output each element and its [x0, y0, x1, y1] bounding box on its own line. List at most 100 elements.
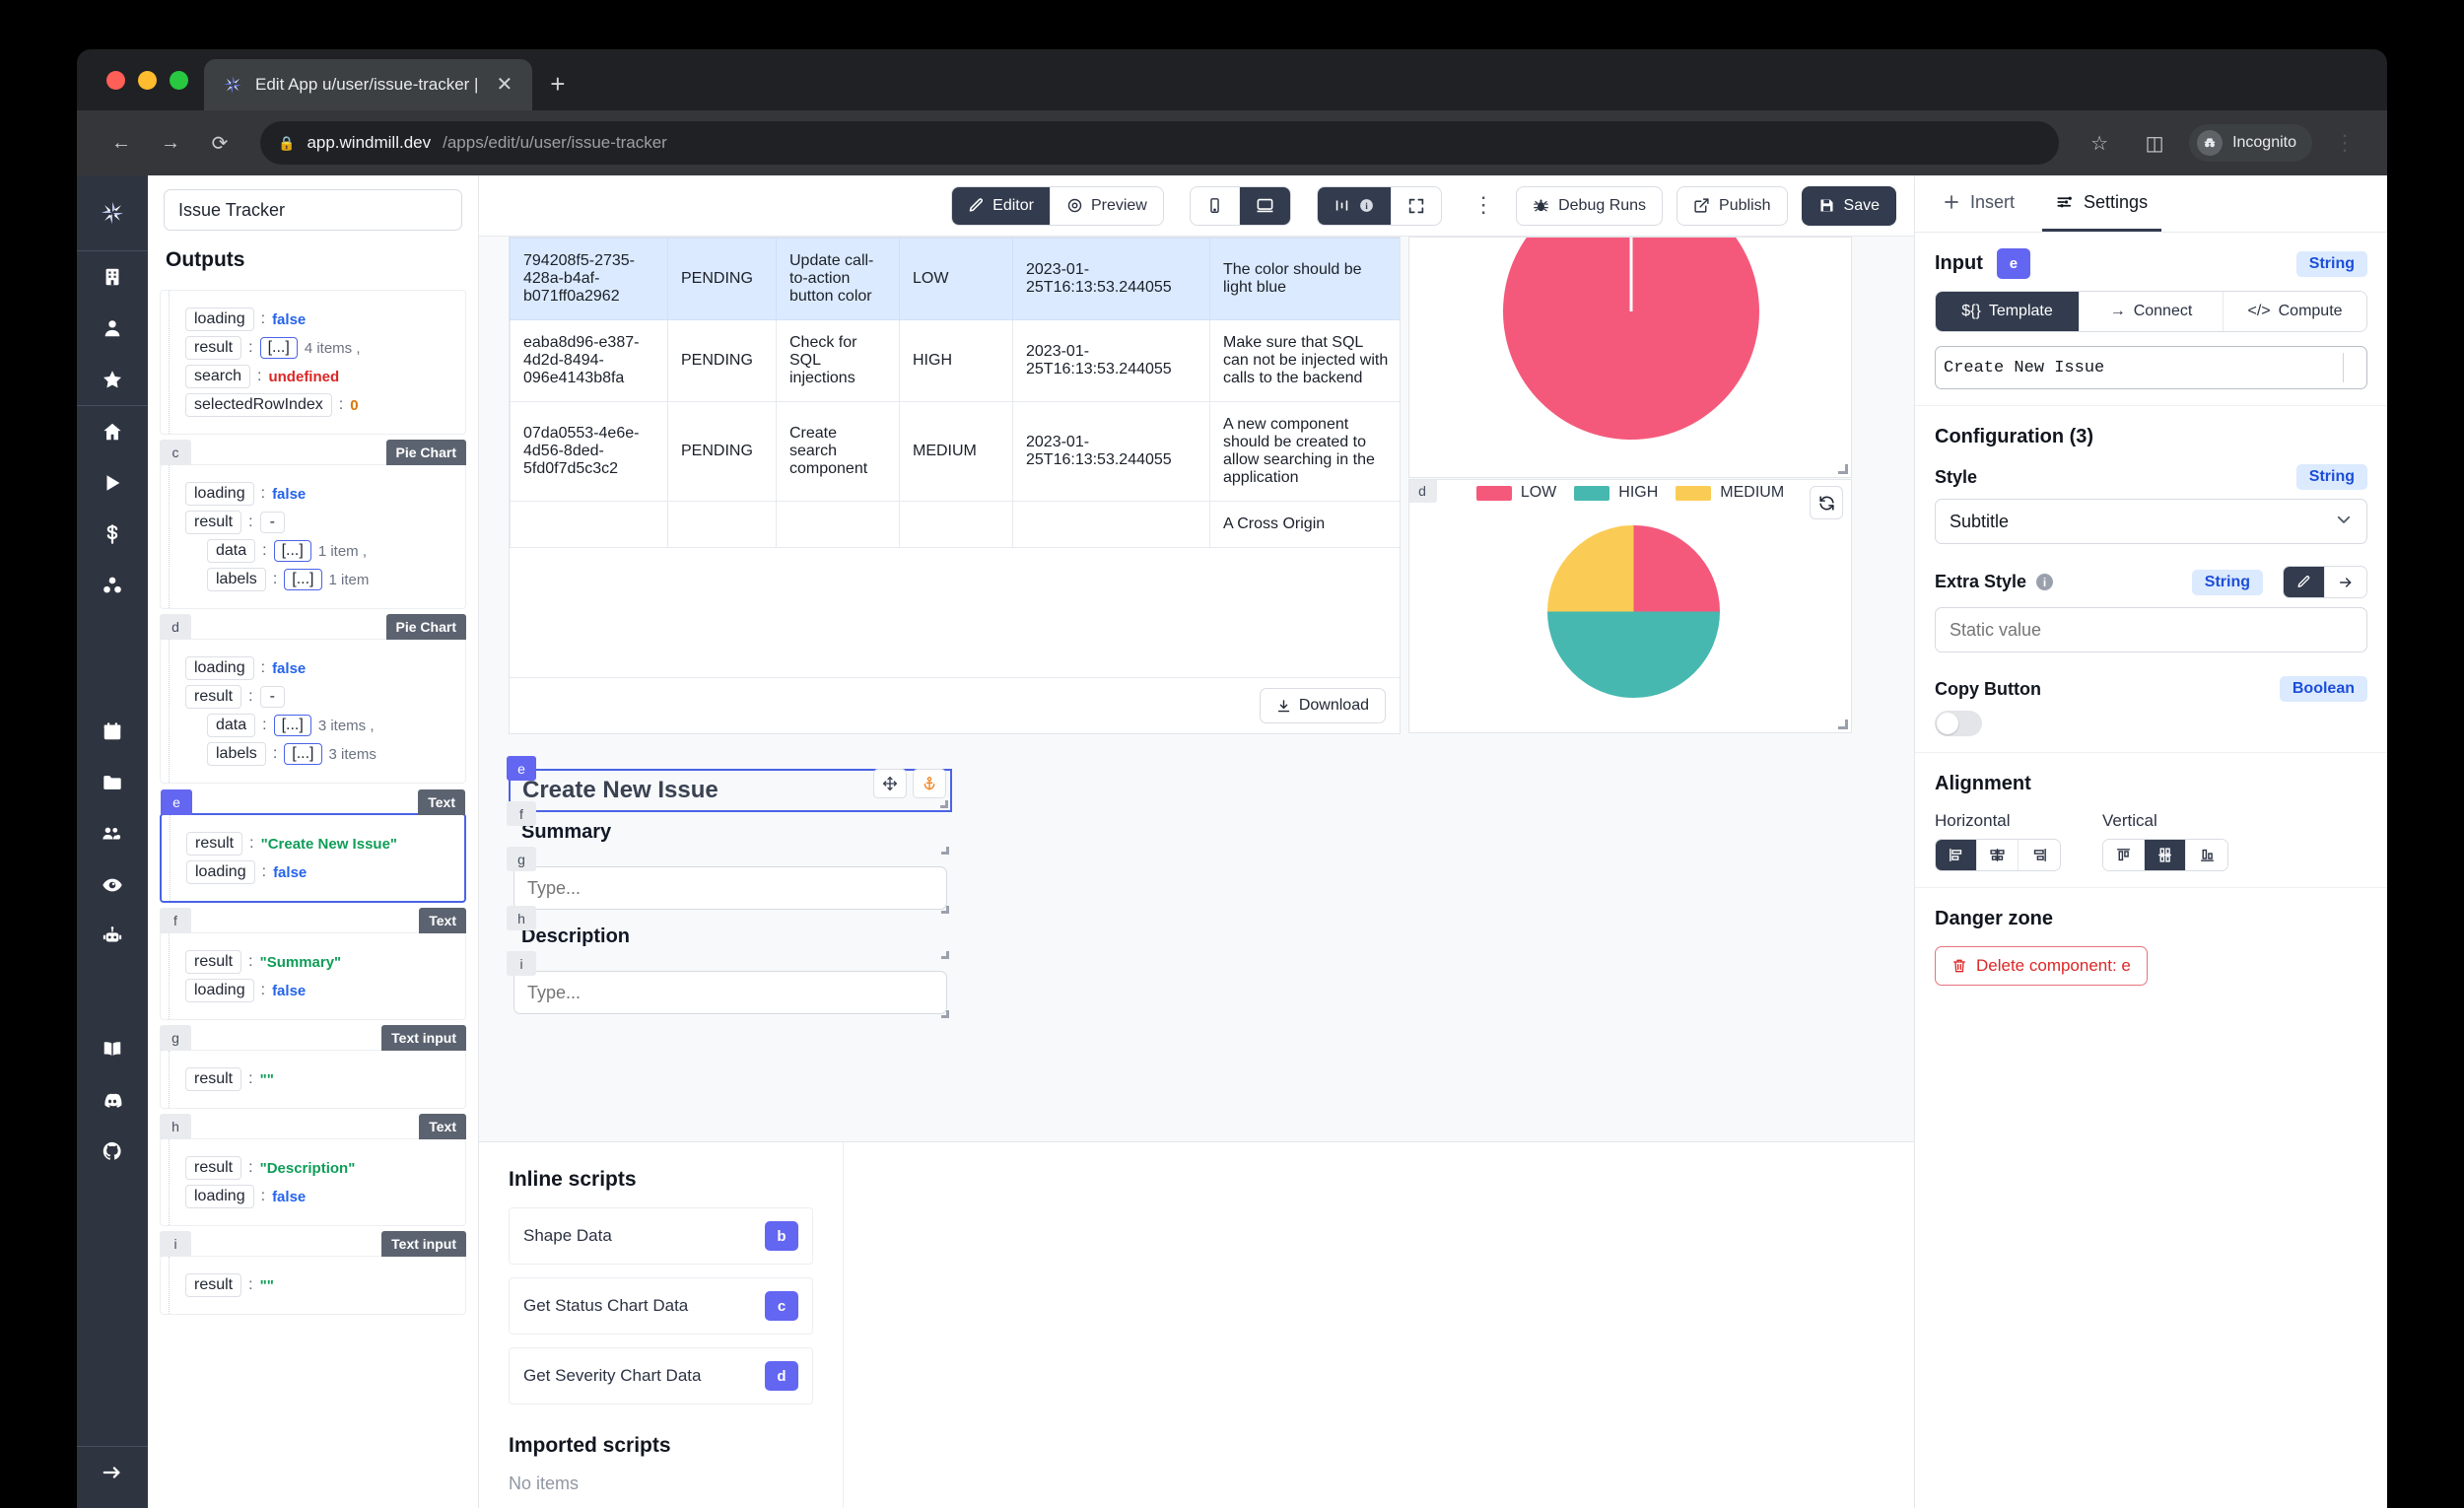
style-select[interactable]: Subtitle [1935, 499, 2367, 544]
output-card-h[interactable]: h Text result: "Description" loading: false [160, 1114, 466, 1226]
audit-logs-icon[interactable] [77, 859, 148, 911]
browser-tab[interactable]: Edit App u/user/issue-tracker | ✕ [204, 59, 533, 110]
incognito-indicator[interactable]: Incognito [2189, 124, 2312, 162]
component-tag-i[interactable]: i [507, 951, 536, 976]
resize-handle[interactable] [1838, 720, 1848, 729]
copy-button-toggle[interactable] [1935, 711, 1982, 736]
mode-compute-button[interactable]: </> Compute [2224, 292, 2366, 331]
extra-style-input[interactable] [1935, 607, 2367, 652]
severity-pie-chart-component[interactable]: d LOW HIGH MEDIUM [1408, 479, 1852, 733]
output-card-id-h[interactable]: h [160, 1114, 191, 1139]
debug-toggle-button[interactable]: i [1317, 186, 1392, 225]
output-card-id-c[interactable]: c [160, 440, 191, 465]
output-array-chip[interactable]: [...] [273, 540, 311, 562]
static-mode-button[interactable] [2284, 567, 2325, 597]
delete-component-button[interactable]: Delete component: e [1935, 946, 2148, 986]
form-title-component[interactable]: e Create New Issue [507, 756, 952, 812]
workspace-icon[interactable] [77, 251, 148, 303]
align-right-icon[interactable] [2019, 840, 2060, 870]
mode-template-button[interactable]: ${} Template [1936, 292, 2080, 331]
description-input[interactable] [513, 971, 947, 1014]
save-button[interactable]: Save [1801, 185, 1896, 226]
resize-handle[interactable] [941, 906, 949, 914]
docs-icon[interactable] [77, 1023, 148, 1074]
tab-settings[interactable]: Settings [2042, 175, 2162, 232]
tab-editor[interactable]: Editor [952, 186, 1051, 225]
inline-script-row[interactable]: Get Severity Chart Data d [509, 1347, 813, 1405]
folders-icon[interactable] [77, 757, 148, 808]
table-row[interactable]: 07da0553-4e6e-4d56-8ded-5fd0f7d5c3c2 PEND… [510, 401, 1400, 502]
address-bar[interactable]: 🔒 app.windmill.dev/apps/edit/u/user/issu… [260, 121, 2060, 165]
forward-button[interactable]: → [150, 122, 191, 164]
table-row[interactable]: A Cross Origin [510, 501, 1400, 548]
summary-input-component[interactable]: g [507, 847, 952, 917]
outputs-scroll-area[interactable]: loading: false result: [...] 4 items , search… [148, 284, 478, 1508]
back-button[interactable]: ← [101, 122, 142, 164]
output-card-g[interactable]: g Text input result: "" [160, 1025, 466, 1109]
refresh-icon[interactable] [1810, 486, 1843, 519]
legend-item[interactable]: LOW [1475, 484, 1556, 502]
favorites-icon[interactable] [77, 354, 148, 405]
kebab-menu-icon[interactable]: ⋮ [2326, 131, 2363, 153]
output-card-d[interactable]: d Pie Chart loading: false result: - data: [...… [160, 614, 466, 784]
description-input-component[interactable]: i [507, 951, 952, 1021]
table-row[interactable]: 794208f5-2735-428a-b4af-b071ff0a2962 PEND… [510, 238, 1400, 320]
side-panel-icon[interactable]: ◫ [2134, 122, 2175, 164]
maximize-window-button[interactable] [170, 70, 188, 90]
align-middle-icon[interactable] [2145, 840, 2186, 870]
user-icon[interactable] [77, 303, 148, 354]
connect-mode-button[interactable] [2325, 567, 2366, 597]
close-window-button[interactable] [106, 70, 125, 90]
output-card-f[interactable]: f Text result: "Summary" loading: false [160, 908, 466, 1020]
component-tag-e[interactable]: e [507, 756, 536, 781]
output-card-id-f[interactable]: f [160, 908, 191, 933]
output-card-id-e[interactable]: e [161, 789, 192, 815]
resources-icon[interactable] [77, 560, 148, 611]
publish-button[interactable]: Publish [1677, 185, 1788, 226]
output-array-chip[interactable]: [...] [273, 715, 311, 736]
align-center-icon[interactable] [1977, 840, 2019, 870]
app-canvas[interactable]: 794208f5-2735-428a-b4af-b071ff0a2962 PEND… [479, 237, 1914, 1141]
output-card-id-g[interactable]: g [160, 1025, 191, 1051]
summary-label-component[interactable]: f Summary [507, 801, 952, 857]
download-button[interactable]: Download [1259, 688, 1386, 723]
close-icon[interactable]: ✕ [490, 71, 518, 99]
resize-handle[interactable] [940, 800, 948, 808]
description-label-component[interactable]: h Description [507, 906, 952, 962]
input-value-editor[interactable]: Create New Issue [1935, 346, 2367, 389]
reload-button[interactable]: ⟳ [199, 122, 240, 164]
runs-icon[interactable] [77, 457, 148, 509]
github-icon[interactable] [77, 1126, 148, 1177]
resize-handle[interactable] [1838, 464, 1848, 474]
legend-item[interactable]: MEDIUM [1676, 484, 1784, 502]
issues-table-component[interactable]: 794208f5-2735-428a-b4af-b071ff0a2962 PEND… [509, 237, 1401, 734]
inline-script-row[interactable]: Get Status Chart Data c [509, 1277, 813, 1335]
output-array-chip[interactable]: [...] [284, 569, 322, 590]
inline-script-row[interactable]: Shape Data b [509, 1207, 813, 1265]
component-tag-h[interactable]: h [507, 906, 536, 930]
output-card-e[interactable]: e Text result: "Create New Issue" loading: fa… [160, 789, 466, 903]
groups-icon[interactable] [77, 808, 148, 859]
resize-handle[interactable] [941, 1010, 949, 1018]
new-tab-button[interactable]: + [532, 71, 582, 97]
star-icon[interactable]: ☆ [2079, 122, 2120, 164]
status-pie-chart-component[interactable] [1408, 237, 1852, 478]
resize-handle[interactable] [941, 951, 949, 959]
anchor-icon[interactable] [913, 769, 946, 798]
fullscreen-button[interactable] [1392, 187, 1441, 225]
output-card-i[interactable]: i Text input result: "" [160, 1231, 466, 1315]
output-array-chip[interactable]: [...] [259, 337, 298, 359]
schedules-icon[interactable] [77, 706, 148, 757]
align-left-icon[interactable] [1936, 840, 1977, 870]
tab-preview[interactable]: Preview [1051, 187, 1163, 225]
output-card-a[interactable]: loading: false result: [...] 4 items , search… [160, 290, 466, 435]
minimize-window-button[interactable] [138, 70, 157, 90]
component-tag-d[interactable]: d [1409, 480, 1437, 503]
tab-insert[interactable]: Insert [1929, 175, 2028, 232]
collapse-icon[interactable] [77, 1447, 148, 1498]
align-top-icon[interactable] [2103, 840, 2145, 870]
move-handle-icon[interactable] [873, 769, 907, 798]
output-card-id-d[interactable]: d [160, 614, 191, 640]
info-icon[interactable]: i [2036, 574, 2054, 590]
output-array-chip[interactable]: [...] [284, 743, 322, 765]
